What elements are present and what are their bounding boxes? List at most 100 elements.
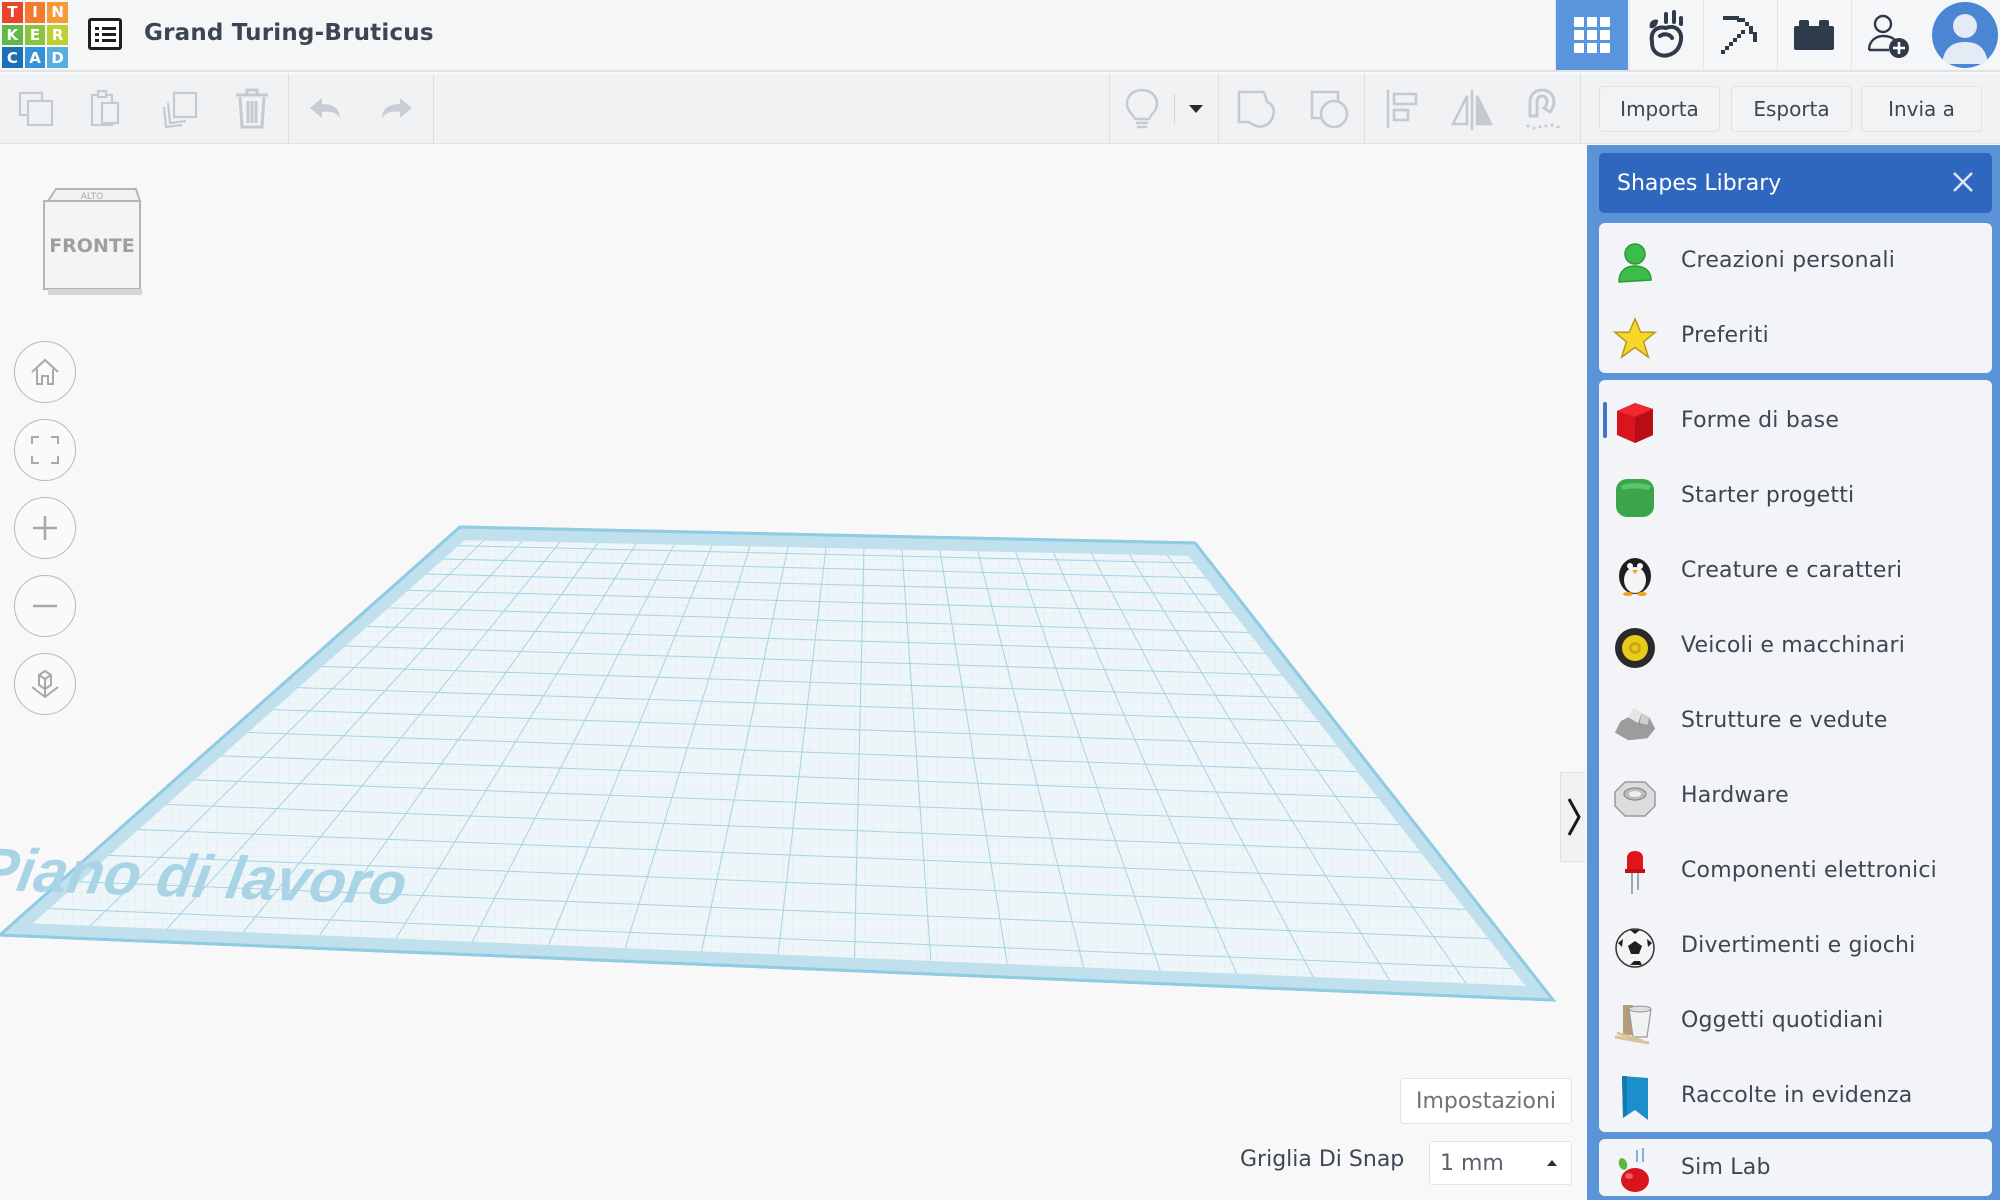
logo-letter: D	[47, 47, 68, 68]
zoom-out-button[interactable]	[14, 575, 76, 637]
cruise-button[interactable]	[1518, 86, 1566, 132]
nav-add-user[interactable]	[1851, 0, 1924, 70]
redo-button[interactable]	[372, 86, 420, 132]
workplane-label: Piano di lavoro	[0, 835, 412, 918]
category-label: Raccolte in evidenza	[1681, 1083, 1913, 1108]
star-icon	[1613, 316, 1657, 360]
avatar-person-icon	[1942, 14, 1988, 64]
send-to-button[interactable]: Invia a	[1861, 86, 1982, 132]
viewcube-front-label: FRONTE	[49, 235, 135, 257]
logo-letter: C	[2, 47, 23, 68]
import-button[interactable]: Importa	[1599, 86, 1720, 132]
view-cube[interactable]: ALTO FRONTE	[40, 185, 145, 300]
notes-button[interactable]	[1118, 86, 1166, 132]
logo-letter: I	[24, 2, 46, 23]
nut-icon	[1613, 776, 1657, 820]
penguin-icon	[1613, 551, 1657, 596]
top-bar: T I N K E R C A D Grand Turing-Bruticus	[0, 0, 2000, 72]
fit-icon	[31, 436, 59, 464]
pickaxe-icon	[1721, 16, 1757, 54]
shapes-group-categories: Forme di base Starter progetti Creature …	[1599, 380, 1992, 1132]
shapes-category-personal[interactable]: Creazioni personali	[1599, 223, 1992, 298]
shapes-library-panel: Shapes Library Creazioni personali Prefe…	[1587, 145, 2000, 1200]
nav-bricks[interactable]	[1777, 0, 1850, 70]
panel-collapse-handle[interactable]	[1560, 772, 1585, 862]
category-label: Creazioni personali	[1681, 248, 1896, 273]
wheel-icon	[1613, 626, 1657, 670]
falling-apple-icon	[1649, 10, 1683, 58]
snap-grid-select[interactable]: 1 mm	[1429, 1141, 1572, 1185]
settings-button[interactable]: Impostazioni	[1400, 1078, 1572, 1124]
shapes-category-favorites[interactable]: Preferiti	[1599, 298, 1992, 373]
shapes-category-characters[interactable]: Creature e caratteri	[1599, 533, 1992, 608]
category-label: Componenti elettronici	[1681, 858, 1937, 883]
mirror-icon	[1450, 90, 1494, 130]
caret-up-icon	[1547, 1160, 1557, 1166]
logo-letter: N	[47, 2, 68, 23]
mirror-button[interactable]	[1448, 86, 1496, 132]
ungroup-button[interactable]	[1305, 86, 1353, 132]
3d-viewport[interactable]: Piano di lavoro ALTO FRONTE Impostazioni…	[0, 145, 1585, 1200]
duplicate-button[interactable]	[156, 86, 204, 132]
tinkercad-logo[interactable]: T I N K E R C A D	[2, 2, 68, 68]
paste-icon	[90, 89, 120, 127]
shapes-category-structures[interactable]: Strutture e vedute	[1599, 683, 1992, 758]
nav-minecraft[interactable]	[1703, 0, 1776, 70]
shapes-category-hardware[interactable]: Hardware	[1599, 758, 1992, 833]
close-icon[interactable]	[1948, 167, 1978, 197]
undo-icon	[310, 98, 340, 118]
shapes-library-header: Shapes Library	[1599, 153, 1992, 213]
logo-letter: E	[24, 24, 46, 46]
shapes-category-simlab[interactable]: Sim Lab	[1599, 1139, 1992, 1196]
home-view-button[interactable]	[14, 341, 76, 403]
nav-3d-design[interactable]	[1555, 0, 1628, 70]
category-label: Sim Lab	[1681, 1155, 1771, 1180]
nav-sim-lab[interactable]	[1629, 0, 1702, 70]
red-cube-icon	[1613, 401, 1657, 445]
chevron-right-icon	[1567, 798, 1581, 836]
workplane[interactable]: Piano di lavoro	[0, 145, 1585, 1200]
shapes-category-vehicles[interactable]: Veicoli e macchinari	[1599, 608, 1992, 683]
notes-dropdown-button[interactable]	[1172, 86, 1220, 132]
logo-letter: T	[2, 2, 23, 23]
toolbar-divider	[1218, 74, 1219, 144]
paste-button[interactable]	[82, 86, 130, 132]
soccer-ball-icon	[1613, 926, 1657, 970]
viewcube-top-label: ALTO	[81, 192, 104, 202]
active-indicator	[1603, 402, 1607, 438]
toolbar-divider	[1580, 74, 1581, 144]
fit-view-button[interactable]	[14, 419, 76, 481]
zoom-in-button[interactable]	[14, 497, 76, 559]
category-label: Creature e caratteri	[1681, 558, 1903, 583]
logo-letter: A	[24, 47, 46, 68]
ortho-view-button[interactable]	[14, 653, 76, 715]
shapes-category-electronics[interactable]: Componenti elettronici	[1599, 833, 1992, 908]
shapes-category-featured[interactable]: Raccolte in evidenza	[1599, 1058, 1992, 1132]
shapes-category-games[interactable]: Divertimenti e giochi	[1599, 908, 1992, 983]
toolbar: Importa Esporta Invia a	[0, 74, 2000, 144]
plus-icon	[33, 516, 57, 540]
shapes-category-everyday[interactable]: Oggetti quotidiani	[1599, 983, 1992, 1058]
duplicate-icon	[162, 91, 198, 129]
export-button[interactable]: Esporta	[1731, 86, 1852, 132]
toolbar-divider	[1109, 74, 1110, 144]
copy-button[interactable]	[12, 86, 60, 132]
toolbar-divider	[1364, 74, 1365, 144]
user-avatar[interactable]	[1932, 2, 1998, 68]
shapes-category-basic[interactable]: Forme di base	[1599, 383, 1992, 458]
logo-letter: R	[47, 24, 68, 46]
group-button[interactable]	[1232, 86, 1280, 132]
magnet-icon	[1526, 88, 1560, 130]
design-title[interactable]: Grand Turing-Bruticus	[144, 20, 434, 46]
delete-button[interactable]	[228, 86, 276, 132]
cup-icon	[1613, 1001, 1657, 1045]
design-list-button[interactable]	[88, 18, 122, 50]
led-icon	[1613, 851, 1657, 895]
shapes-category-starters[interactable]: Starter progetti	[1599, 458, 1992, 533]
shapes-library-title: Shapes Library	[1617, 170, 1782, 196]
undo-button[interactable]	[302, 86, 350, 132]
align-button[interactable]	[1378, 86, 1426, 132]
shapes-group-simlab: Sim Lab	[1599, 1139, 1992, 1196]
toolbar-divider	[288, 74, 289, 144]
category-label: Forme di base	[1681, 408, 1840, 433]
